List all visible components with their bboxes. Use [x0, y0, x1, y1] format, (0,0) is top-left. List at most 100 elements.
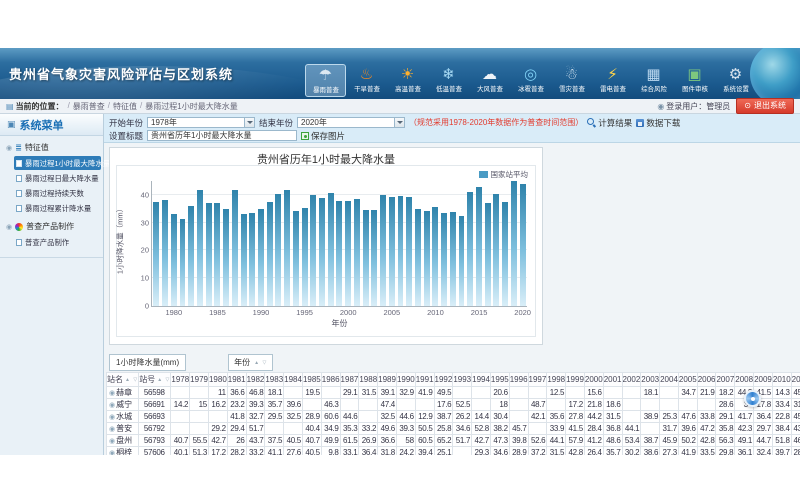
station-name-cell: ◉水城: [107, 411, 139, 423]
year-column-header: 1990: [396, 373, 415, 387]
sidebar-item[interactable]: 暴雨过程1小时最大降水量: [14, 156, 101, 170]
value-cell: [566, 387, 585, 399]
nav-item-label: 雪灾普查: [559, 84, 585, 93]
value-cell: 36.4: [754, 411, 773, 423]
nav-item-composite-risk[interactable]: ▦综合风险: [633, 64, 674, 97]
value-cell: [359, 399, 378, 411]
value-cell: 12.5: [547, 387, 566, 399]
year-column-header: 1982: [246, 373, 265, 387]
nav-item-high-temp[interactable]: ☀高温普查: [387, 64, 428, 97]
value-cell: 31.5: [359, 387, 378, 399]
nav-item-label: 高温普查: [395, 84, 421, 93]
breadcrumb-item[interactable]: 暴雨普查: [73, 101, 105, 112]
composite-risk-icon: ▦: [646, 66, 660, 84]
value-cell: 60.6: [321, 411, 340, 423]
nav-item-label: 低温普查: [436, 84, 462, 93]
breadcrumb-prefix: ▤ 当前的位置：: [6, 101, 64, 112]
value-cell: 28.9: [302, 411, 321, 423]
sidebar-title: ▣ 系统菜单: [0, 114, 103, 136]
chevron-down-icon[interactable]: [394, 118, 404, 127]
nav-item-drought[interactable]: ♨干旱普查: [346, 64, 387, 97]
nav-item-lightning[interactable]: ⚡雷电普查: [592, 64, 633, 97]
year-column-header: 1997: [528, 373, 547, 387]
value-cell: 31.8: [378, 447, 397, 456]
expander-icon[interactable]: ◉: [6, 223, 12, 231]
chart-bar: [232, 190, 238, 306]
radio-icon[interactable]: ◉: [109, 402, 115, 409]
nav-item-label: 暴雨普查: [313, 85, 339, 94]
save-image-button[interactable]: 保存图片: [301, 130, 345, 142]
sidebar-group-header[interactable]: ◉普查产品制作: [0, 219, 103, 234]
value-cell: 42.7: [472, 435, 491, 447]
value-cell: 29.8: [716, 447, 735, 456]
radio-icon[interactable]: ◉: [109, 426, 115, 433]
year-column-header: 2002: [622, 373, 641, 387]
y-tick-label: 40: [141, 190, 149, 199]
value-cell: 42.1: [528, 411, 547, 423]
value-cell: 29.4: [227, 423, 246, 435]
calculate-button[interactable]: 计算结果: [587, 117, 632, 129]
chart-bar: [345, 201, 351, 306]
value-cell: 47.4: [378, 399, 397, 411]
breadcrumb-bar: ▤ 当前的位置： /暴雨普查/特征值/暴雨过程1小时最大降水量 ◉ 登录用户：管…: [0, 99, 800, 114]
radio-icon[interactable]: ◉: [109, 438, 115, 445]
chart-bar: [284, 190, 290, 306]
expander-icon[interactable]: ◉: [6, 144, 12, 152]
nav-item-wind[interactable]: ☁大风普查: [469, 64, 510, 97]
sidebar-divider: [0, 257, 103, 258]
value-cell: 45.7: [509, 423, 528, 435]
start-year-label: 开始年份: [109, 117, 143, 129]
nav-item-map-review[interactable]: ▣图件审核: [674, 64, 715, 97]
value-cell: 34.7: [678, 387, 697, 399]
chart-legend[interactable]: 国家站平均: [479, 169, 529, 180]
nav-item-snow[interactable]: ☃雪灾普查: [551, 64, 592, 97]
chart-bar: [467, 192, 473, 306]
station-name: 水城: [116, 412, 132, 421]
download-button[interactable]: 数据下载: [636, 117, 680, 129]
floating-widget-icon[interactable]: [744, 390, 761, 407]
sort-filter-icon[interactable]: ▲ ▽: [157, 377, 170, 383]
y-tick-label: 0: [145, 302, 149, 311]
station-id-header[interactable]: 站号▲ ▽: [139, 373, 171, 387]
breadcrumb-item[interactable]: 特征值: [113, 101, 137, 112]
value-cell: 51.3: [190, 447, 209, 456]
chart-bar: [493, 194, 499, 306]
dimension-select[interactable]: 年份 ▲ ▽: [228, 354, 273, 371]
year-column-header: 2005: [678, 373, 697, 387]
end-year-select[interactable]: 2020年: [297, 117, 405, 128]
value-cell: 39.6: [678, 423, 697, 435]
chart-bar: [153, 202, 159, 306]
breadcrumb-item[interactable]: 暴雨过程1小时最大降水量: [145, 101, 237, 112]
sidebar-item[interactable]: 暴雨过程持续天数: [14, 186, 101, 200]
high-temp-icon: ☀: [401, 66, 414, 84]
value-cell: 44.6: [396, 411, 415, 423]
logout-button[interactable]: ⊙ 退出系统: [736, 98, 794, 114]
chart-bar: [258, 209, 264, 306]
radio-icon[interactable]: ◉: [109, 390, 115, 397]
value-cell: 41.1: [265, 447, 284, 456]
year-column-header: 2008: [735, 373, 754, 387]
chevron-down-icon[interactable]: [244, 118, 254, 127]
location-icon: ▤: [6, 102, 14, 111]
sidebar-item[interactable]: 暴雨过程日最大降水量: [14, 171, 101, 185]
x-tick-label: 2010: [427, 308, 444, 317]
nav-item-hail[interactable]: ◎冰雹普查: [510, 64, 551, 97]
list-icon: ≣: [15, 143, 22, 152]
table-row: ◉水城5669341.832.729.532.528.960.644.632.5…: [107, 411, 800, 423]
nav-item-rainstorm[interactable]: ☂暴雨普查: [305, 64, 346, 97]
value-cell: 38.4: [772, 423, 791, 435]
nav-item-label: 系统设置: [723, 84, 749, 93]
value-cell: [509, 411, 528, 423]
sort-filter-icon[interactable]: ▲ ▽: [125, 377, 138, 383]
sidebar-item[interactable]: 普查产品制作: [14, 235, 101, 249]
station-name-header[interactable]: 站名▲ ▽: [107, 373, 139, 387]
nav-item-low-temp[interactable]: ❄低温普查: [428, 64, 469, 97]
sidebar-item[interactable]: 暴雨过程累计降水量: [14, 201, 101, 215]
start-year-select[interactable]: 1978年: [147, 117, 255, 128]
document-icon: [16, 239, 22, 246]
chart-title-input[interactable]: [147, 130, 297, 141]
radio-icon[interactable]: ◉: [109, 414, 115, 421]
radio-icon[interactable]: ◉: [109, 450, 115, 455]
breadcrumb-separator: /: [68, 101, 70, 112]
sidebar-group-header[interactable]: ◉≣特征值: [0, 140, 103, 155]
